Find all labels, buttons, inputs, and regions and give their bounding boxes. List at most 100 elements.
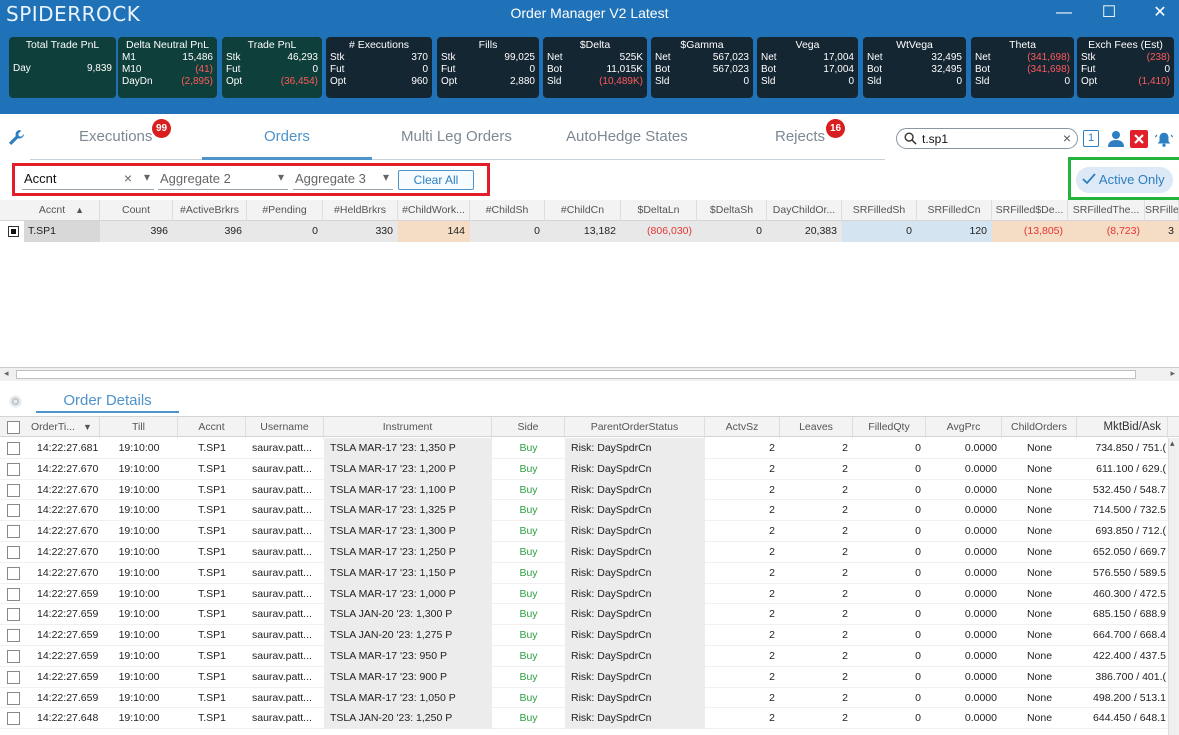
table-row[interactable]: 14:22:27.670 19:10:00 T.SP1 saurav.patt... T… — [0, 458, 1179, 480]
column-header[interactable]: ChildOrders — [1002, 417, 1077, 438]
column-header[interactable]: ActvSz — [705, 417, 780, 438]
table-row[interactable]: 14:22:27.659 19:10:00 T.SP1 saurav.patt... T… — [0, 625, 1179, 647]
column-header[interactable]: FilledQty — [853, 417, 926, 438]
row-checkbox[interactable] — [7, 629, 20, 643]
chevron-down-icon[interactable]: ▾ — [383, 170, 389, 184]
tab-executions[interactable]: Executions — [79, 128, 152, 145]
minimize-button[interactable]: — — [1052, 2, 1076, 24]
search-input[interactable]: t.sp1 × — [896, 128, 1078, 149]
table-row[interactable]: 14:22:27.681 19:10:00 T.SP1 saurav.patt... T… — [0, 438, 1179, 459]
tab-multi-leg-orders[interactable]: Multi Leg Orders — [401, 128, 512, 145]
row-checkbox[interactable] — [7, 442, 20, 455]
row-checkbox[interactable] — [7, 712, 20, 726]
table-row[interactable]: 14:22:27.670 19:10:00 T.SP1 saurav.patt... T… — [0, 500, 1179, 522]
table-row[interactable]: 14:22:27.659 19:10:00 T.SP1 saurav.patt... T… — [0, 583, 1179, 605]
row-selector[interactable] — [8, 226, 19, 237]
column-header[interactable]: #ChildWork... — [398, 200, 470, 221]
clear-all-button[interactable]: Clear All — [398, 170, 474, 190]
table-row[interactable]: 14:22:27.670 19:10:00 T.SP1 saurav.patt... T… — [0, 479, 1179, 501]
tab-rejects[interactable]: Rejects — [775, 128, 825, 145]
row-checkbox[interactable] — [7, 650, 20, 663]
row-checkbox[interactable] — [7, 483, 20, 497]
row-checkbox[interactable] — [7, 462, 20, 476]
row-checkbox[interactable] — [7, 691, 20, 705]
tab-orders[interactable]: Orders — [264, 128, 310, 145]
vertical-scrollbar[interactable]: ▴ — [1168, 438, 1179, 735]
column-header[interactable]: Instrument — [324, 417, 492, 438]
table-row[interactable]: 14:22:27.648 19:10:00 T.SP1 saurav.patt... T… — [0, 708, 1179, 730]
table-cell: 0 — [915, 650, 921, 662]
column-header[interactable]: #Pending — [247, 200, 323, 221]
column-header[interactable]: Count — [100, 200, 173, 221]
row-checkbox[interactable] — [7, 670, 20, 684]
table-cell: 19:10:00 — [118, 504, 160, 517]
column-header[interactable]: SRFille — [1145, 200, 1179, 221]
table-row[interactable]: 14:22:27.659 19:10:00 T.SP1 saurav.patt... T… — [0, 687, 1179, 709]
stat-card: Fills Stk 99,025 Fut 0 Opt 2,880 — [437, 37, 539, 98]
column-header[interactable]: #ChildSh — [470, 200, 545, 221]
sort-descending-icon[interactable]: ▼ — [83, 422, 92, 432]
settings-icon[interactable] — [8, 394, 23, 409]
horizontal-scrollbar[interactable]: ◂ ▸ — [0, 367, 1179, 381]
column-header[interactable]: SRFilled$De... — [992, 200, 1068, 221]
column-header[interactable]: #ChildCn — [545, 200, 621, 221]
column-header[interactable]: Side — [492, 417, 565, 438]
column-header[interactable]: Till — [100, 417, 178, 438]
single-view-icon[interactable]: 1 — [1083, 130, 1099, 147]
stat-row: Net 525K — [547, 52, 643, 64]
table-row[interactable]: 14:22:27.659 19:10:00 T.SP1 saurav.patt... T… — [0, 604, 1179, 626]
aggregate-2-select[interactable]: Aggregate 2 ▾ — [158, 170, 288, 190]
table-cell: 2 — [842, 650, 848, 662]
column-header[interactable]: ParentOrderStatus — [565, 417, 705, 438]
row-checkbox[interactable] — [7, 608, 20, 622]
scrollbar-thumb[interactable] — [16, 370, 1136, 379]
user-icon[interactable] — [1107, 130, 1125, 148]
column-header[interactable]: DayChildOr... — [767, 200, 842, 221]
scroll-right-icon[interactable]: ▸ — [1170, 368, 1175, 379]
tab-autohedge-states[interactable]: AutoHedge States — [566, 128, 688, 145]
chevron-down-icon[interactable]: ▾ — [278, 170, 284, 184]
sort-ascending-icon[interactable]: ▲ — [75, 205, 84, 215]
column-header[interactable]: #HeldBrkrs — [323, 200, 398, 221]
row-checkbox[interactable] — [7, 587, 20, 601]
column-header[interactable]: OrderTi... ▼ — [27, 417, 100, 438]
tab-order-details[interactable]: Order Details — [36, 392, 179, 409]
active-only-toggle[interactable]: Active Only — [1076, 167, 1173, 193]
alarm-bell-icon[interactable] — [1155, 130, 1173, 148]
search-clear-icon[interactable]: × — [1063, 130, 1071, 146]
aggregate-3-select[interactable]: Aggregate 3 ▾ — [293, 170, 393, 190]
select-all-checkbox[interactable] — [7, 421, 20, 434]
table-row[interactable]: T.SP1 396 396 0 330 144 0 13,182 (806,030) 0 20,38… — [0, 221, 1179, 242]
row-checkbox[interactable] — [7, 504, 20, 518]
stat-row: M1 15,486 — [122, 52, 213, 64]
column-header[interactable]: SRFilledThe... — [1068, 200, 1145, 221]
column-header[interactable]: AvgPrc — [926, 417, 1002, 438]
row-checkbox[interactable] — [7, 546, 20, 559]
column-header[interactable]: $DeltaSh — [697, 200, 767, 221]
row-checkbox[interactable] — [7, 525, 20, 539]
row-checkbox[interactable] — [7, 566, 20, 580]
close-red-icon[interactable] — [1130, 130, 1148, 148]
column-header[interactable]: SRFilledSh — [842, 200, 917, 221]
table-row[interactable]: 14:22:27.659 19:10:00 T.SP1 saurav.patt... T… — [0, 646, 1179, 667]
scroll-up-icon[interactable]: ▴ — [1170, 438, 1175, 449]
column-header[interactable]: Leaves — [780, 417, 853, 438]
column-header[interactable]: Username — [246, 417, 324, 438]
maximize-button[interactable]: ☐ — [1097, 2, 1121, 24]
scroll-left-icon[interactable]: ◂ — [4, 368, 9, 379]
column-header[interactable]: #ActiveBrkrs — [173, 200, 247, 221]
wrench-icon[interactable] — [6, 128, 26, 148]
column-header[interactable]: Accnt — [178, 417, 246, 438]
table-row[interactable]: 14:22:27.670 19:10:00 T.SP1 saurav.patt... T… — [0, 562, 1179, 584]
table-row[interactable]: 14:22:27.659 19:10:00 T.SP1 saurav.patt... T… — [0, 666, 1179, 688]
column-header[interactable]: Accnt ▲ — [24, 200, 100, 221]
column-header[interactable]: $DeltaLn — [621, 200, 697, 221]
column-header[interactable]: MktBid/Ask — [1077, 417, 1168, 438]
aggregate-1-select[interactable]: Accnt × ▾ — [22, 170, 154, 190]
column-header[interactable]: SRFilledCn — [917, 200, 992, 221]
table-row[interactable]: 14:22:27.670 19:10:00 T.SP1 saurav.patt... T… — [0, 521, 1179, 543]
aggregate-1-clear-icon[interactable]: × — [124, 170, 132, 186]
table-row[interactable]: 14:22:27.670 19:10:00 T.SP1 saurav.patt... T… — [0, 542, 1179, 563]
chevron-down-icon[interactable]: ▾ — [144, 170, 150, 184]
close-window-button[interactable]: ✕ — [1148, 2, 1172, 24]
